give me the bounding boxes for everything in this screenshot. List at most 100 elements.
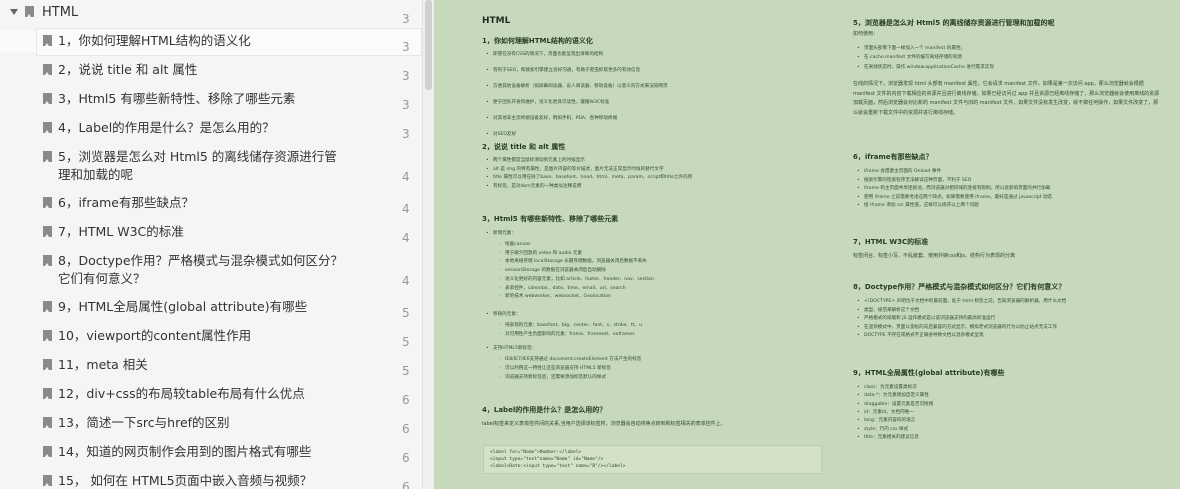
section-3-item: 语义化更好的内容元素，比如 article、footer、header、nav、… <box>498 276 654 283</box>
section-4-heading: 4，Label的作用是什么？是怎么用的？ <box>482 406 607 414</box>
outline-page-number: 6 <box>402 480 410 489</box>
outline-item-15[interactable]: 15， 如何在 HTML5页面中嵌入音频与视频？ 6 <box>0 470 422 489</box>
section-3-item: 表单控件，calendar、date、time、email、url、search <box>498 285 626 292</box>
section-1-bullet: 对其他非主流终端设备友好，例如手机、PDA、各种移动终端 <box>486 115 617 122</box>
section-1-bullet: 方便其他设备解析（如屏幕阅读器、盲人阅读器、移动设备）以意义的方式来渲染网页 <box>486 83 668 90</box>
section-5-intro: 如何使用： <box>853 31 879 37</box>
outline-item-label: 15， 如何在 HTML5页面中嵌入音频与视频？ <box>58 473 313 488</box>
outline-page-number: 5 <box>402 335 410 349</box>
outline-item-7[interactable]: 7，HTML W3C的标准 4 <box>0 221 422 245</box>
section-6-heading: 6，iframe有那些缺点？ <box>853 153 933 161</box>
outline-item-label: 2，说说 title 和 alt 属性 <box>58 62 198 77</box>
section-6-bullet: iframe 会阻塞主页面的 Onload 事件 <box>857 168 941 175</box>
outline-item-8[interactable]: 8，Doctype作用？严格模式与混杂模式如何区分？它们有何意义？ 4 <box>0 250 422 290</box>
outline-item-9[interactable]: 9，HTML全局属性(global attribute)有哪些 5 <box>0 296 422 320</box>
section-3-item: 新的技术 webworker、websocket、Geolocation <box>498 293 611 300</box>
outline-item-13[interactable]: 13，简述一下src与href的区别 6 <box>0 412 422 436</box>
section-8-bullet: 类型、规范来解析这个文档 <box>857 307 919 314</box>
section-6-bullet: 搜索引擎的检索程序无法解读这种页面，不利于 SEO <box>857 177 971 184</box>
section-5-bullet: 在 cache.manifest 文件的编写离线存储的资源 <box>857 54 962 61</box>
section-8-bullet: 严格模式的排版和 JS 运作模式是以该浏览器支持的最高标准运行 <box>857 315 995 322</box>
outline-page-number: 4 <box>402 170 410 184</box>
outline-root-label: HTML <box>42 5 79 20</box>
bookmark-icon <box>43 446 52 457</box>
outline-item-label: 6，iframe有那些缺点？ <box>58 195 194 210</box>
outline-scrollbar-thumb[interactable] <box>425 0 432 90</box>
section-3-item: 用于媒介回放的 video 和 audio 元素 <box>498 250 582 257</box>
bookmark-icon <box>43 301 52 312</box>
section-3-heading: 3，Html5 有哪些新特性、移除了哪些元素 <box>482 215 619 223</box>
section-8-bullet: 在混杂模式中，页面以宽松的向后兼容的方式显示。模拟老式浏览器的行为以防止站点无法… <box>857 324 1057 331</box>
outline-item-2[interactable]: 2，说说 title 和 alt 属性 3 <box>0 59 422 83</box>
outline-item-5[interactable]: 5，浏览器是怎么对 Html5 的离线储存资源进行管理和加载的呢 4 <box>0 146 422 186</box>
outline-page-number: 3 <box>402 69 410 83</box>
outline-page-number: 4 <box>402 274 410 288</box>
bookmark-icon <box>43 35 52 46</box>
code-line: <input type="text"name="Name" id="Name"/… <box>490 457 604 462</box>
outline-item-12[interactable]: 12，div+css的布局较table布局有什么优点 6 <box>0 383 422 407</box>
section-3-subhead: 支持HTML5新标签： <box>486 345 536 352</box>
outline-panel: HTML 3 1，你如何理解HTML结构的语义化 3 2，说说 title 和 al… <box>0 0 423 489</box>
outline-item-11[interactable]: 11，meta 相关 5 <box>0 354 422 378</box>
section-3-subhead: 移除的元素： <box>486 311 520 318</box>
section-4-text: label标签来定义表单控件间的关系,当用户选择该标签时，浏览器会自动将焦点转到… <box>482 421 726 427</box>
section-3-item: 本地离线存储 localStorage 长期存储数据，浏览器关闭后数据不丢失 <box>498 258 647 265</box>
section-8-bullet: <!DOCTYPE> 声明位于文档中的最前面，处于 html 标签之前。告知浏览… <box>857 298 1066 305</box>
outline-item-label: 3，Html5 有哪些新特性、移除了哪些元素 <box>58 91 296 106</box>
outline-item-label: 5，浏览器是怎么对 Html5 的离线储存资源进行管理和加载的呢 <box>58 149 337 182</box>
outline-item-label: 7，HTML W3C的标准 <box>58 224 184 239</box>
section-3-item: 绘画canvas <box>498 241 530 248</box>
code-line: <label for="Name">Number:</label> <box>490 450 582 455</box>
code-line: <label>Date:<input type="text" name="B"/… <box>490 464 626 469</box>
bookmark-icon <box>43 359 52 370</box>
bookmark-icon <box>43 330 52 341</box>
outline-item-4[interactable]: 4，Label的作用是什么？是怎么用的？ 3 <box>0 117 422 141</box>
bookmark-icon <box>43 417 52 428</box>
bookmark-icon <box>43 122 52 133</box>
outline-item-label: 8，Doctype作用？严格模式与混杂模式如何区分？它们有何意义？ <box>58 253 344 286</box>
outline-page-number: 4 <box>402 202 410 216</box>
outline-page-number: 6 <box>402 451 410 465</box>
outline-root-html[interactable]: HTML 3 <box>0 2 422 26</box>
section-3-item: 纯表现的元素：basefont、big、center、font、s、strike… <box>498 322 642 329</box>
section-3-item: IE8/IE7/IE6支持通过 document.createElement 方… <box>498 356 641 363</box>
section-6-bullet: iframe 和主页面共享连接池，而浏览器对相同域的连接有限制，所以会影响页面的… <box>857 185 1050 192</box>
section-6-bullet: 使用 iframe 之前需要考虑这两个缺点。如果需要使用 iframe，最好是通… <box>857 194 1052 201</box>
section-6-bullet: 给 iframe 添加 src 属性值，这样可以绕开以上两个问题 <box>857 202 979 209</box>
collapse-triangle-icon[interactable] <box>10 9 18 15</box>
outline-page-number: 3 <box>402 127 410 141</box>
section-9-heading: 9，HTML全局属性(global attribute)有哪些 <box>853 369 1005 377</box>
outline-item-label: 4，Label的作用是什么？是怎么用的？ <box>58 120 275 135</box>
outline-page-number: 3 <box>402 98 410 112</box>
section-2-bullet: 两个属性都是当鼠标滑动到元素上的时候显示 <box>486 157 585 164</box>
section-8-bullet: DOCTYPE 不存在或格式不正确会导致文档以混杂模式呈现 <box>857 332 984 339</box>
section-3-item: sessionStorage 的数据在浏览器关闭后自动删除 <box>498 267 606 274</box>
section-2-bullet: title 属性可以用在除了base、basefont、head、html、me… <box>486 174 692 181</box>
outline-page-number: 3 <box>402 40 410 54</box>
outline-page-number: 5 <box>402 306 410 320</box>
outline-page-number: 6 <box>402 422 410 436</box>
bookmark-icon <box>43 197 52 208</box>
outline-item-label: 14，知道的网页制作会用到的图片格式有哪些 <box>58 444 312 459</box>
outline-page-number: 3 <box>402 12 410 26</box>
section-3-item: 可以利用这一特性让这些浏览器支持 HTML5 新标签 <box>498 365 611 372</box>
outline-item-3[interactable]: 3，Html5 有哪些新特性、移除了哪些元素 3 <box>0 88 422 112</box>
outline-item-10[interactable]: 10，viewport的content属性作用 5 <box>0 325 422 349</box>
bookmark-icon <box>25 6 34 17</box>
section-8-heading: 8，Doctype作用？严格模式与混杂模式如何区分？它们有何意义？ <box>853 283 1066 291</box>
bookmark-icon <box>43 475 52 486</box>
section-9-bullet: id：元素id，文档内唯一 <box>857 409 914 416</box>
section-5-bullet: 页面头部像下面一样加入一个 manifest 的属性； <box>857 45 965 52</box>
outline-item-label: 13，简述一下src与href的区别 <box>58 415 230 430</box>
outline-page-number: 6 <box>402 393 410 407</box>
section-5-heading: 5，浏览器是怎么对 Html5 的离线储存资源进行管理和加载的呢 <box>853 19 1055 27</box>
outline-item-6[interactable]: 6，iframe有那些缺点？ 4 <box>0 192 422 216</box>
outline-page-number: 4 <box>402 231 410 245</box>
bookmark-icon <box>43 255 52 266</box>
section-9-bullet: class：为元素设置类标识 <box>857 384 917 391</box>
outline-item-1[interactable]: 1，你如何理解HTML结构的语义化 3 <box>0 28 422 56</box>
section-5-bullet: 在离线状态时，操作 window.applicationCache 进行需求实现 <box>857 64 994 71</box>
section-4-code-block: <label for="Name">Number:</label> <input… <box>483 445 822 474</box>
section-1-heading: 1，你如何理解HTML结构的语义化 <box>482 37 593 45</box>
outline-item-14[interactable]: 14，知道的网页制作会用到的图片格式有哪些 6 <box>0 441 422 465</box>
